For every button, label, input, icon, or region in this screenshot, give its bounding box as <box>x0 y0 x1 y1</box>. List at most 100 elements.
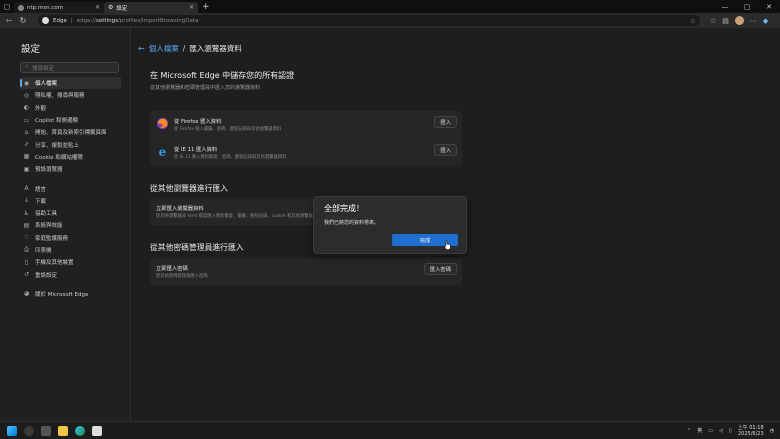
sidebar-item-start-home[interactable]: ⌂ 開始、首頁及新索引標籤頁面 <box>20 126 121 138</box>
import-row-ie: e 從 IE 11 匯入資料 從 IE 11 匯入我的最愛、密碼、歷程記錄和其他… <box>150 139 462 166</box>
breadcrumb-separator: / <box>182 44 186 53</box>
sidebar-item-label: 家庭監護服務 <box>35 235 69 242</box>
import-row-desc: 從 IE 11 匯入我的最愛、密碼、歷程記錄和其他瀏覽器資料 <box>174 155 287 160</box>
taskbar: ⌃ 英 ▭ ◁ ▯ 上午 01:18 2025/6/23 ◔ <box>0 421 780 439</box>
sidebar-item-label: 協助工具 <box>35 211 58 218</box>
close-icon[interactable]: ✕ <box>95 4 100 11</box>
system-tray: ⌃ 英 ▭ ◁ ▯ 上午 01:18 2025/6/23 ◔ <box>687 425 780 437</box>
copilot-icon[interactable]: ◆ <box>763 17 768 25</box>
sidebar-item-privacy[interactable]: ◎ 隱私權、搜尋與服務 <box>20 89 121 101</box>
sidebar-item-family[interactable]: ♡ 家庭監護服務 <box>20 232 121 244</box>
search-icon[interactable] <box>24 425 34 436</box>
split-screen-icon[interactable]: ▤ <box>722 17 729 25</box>
address-bar-row: ← ↻ Edge | edge://settings/profiles/impo… <box>0 13 780 28</box>
import-passwords-button[interactable]: 匯入密碼 <box>423 263 457 275</box>
sidebar-item-label: 隱私權、搜尋與服務 <box>35 93 85 100</box>
avatar[interactable] <box>734 16 744 25</box>
task-view-icon[interactable] <box>41 425 51 436</box>
url-separator: | <box>70 17 73 24</box>
back-arrow-icon[interactable]: ← <box>138 44 145 53</box>
window-menu-icon[interactable]: ▢ <box>0 0 14 13</box>
reset-icon: ↺ <box>23 271 30 279</box>
file-explorer-icon[interactable] <box>58 425 68 436</box>
sidebar-item-copilot[interactable]: ▭ Copilot 和側邊欄 <box>20 114 121 126</box>
sidebar-item-accessibility[interactable]: ♿ 協助工具 <box>20 207 121 219</box>
network-icon[interactable]: ▭ <box>708 428 713 434</box>
search-settings-input[interactable]: ⌕ 搜尋設定 <box>20 62 119 73</box>
sidebar-item-label: 外觀 <box>35 105 47 112</box>
language-icon: A <box>24 185 29 193</box>
windows-start-icon[interactable] <box>7 425 17 436</box>
nav-gap <box>20 281 130 288</box>
sidebar-item-about[interactable]: ◕ 關於 Microsoft Edge <box>20 288 121 300</box>
sidebar-item-label: 關於 Microsoft Edge <box>35 291 89 298</box>
password-managers-card: 立即匯入密碼 從其他密碼管理員匯入密碼 匯入密碼 <box>150 258 462 285</box>
sidebar-item-label: 重設設定 <box>35 272 58 279</box>
sidebar-item-downloads[interactable]: ↓ 下載 <box>20 195 121 207</box>
battery-icon[interactable]: ▯ <box>729 428 732 434</box>
url-text: edge://settings/profiles/importBrowsingD… <box>77 18 199 24</box>
sidebar-item-languages[interactable]: A 語言 <box>20 182 121 194</box>
firefox-icon <box>156 117 169 130</box>
minimize-icon[interactable]: — <box>714 3 736 11</box>
import-ie-button[interactable]: 匯入 <box>434 144 457 156</box>
toolbar-right: ☆ ▤ ⋯ ◆ <box>710 16 768 25</box>
sidebar-item-profiles[interactable]: ◉ 個人檔案 <box>20 77 121 90</box>
back-arrow-icon[interactable]: ← <box>4 16 14 25</box>
copilot-icon: ▭ <box>23 116 30 124</box>
phone-icon: ▯ <box>24 258 29 266</box>
close-window-icon[interactable]: ✕ <box>758 3 780 11</box>
other-browsers-title: 立即匯入瀏覽器資料 <box>156 206 204 212</box>
person-icon: ◉ <box>23 79 30 87</box>
tab-msn[interactable]: ntp.msn.com ✕ <box>14 2 104 13</box>
sidebar-item-label: 語言 <box>35 186 47 193</box>
breadcrumb-parent-link[interactable]: 個人檔案 <box>149 43 179 54</box>
system-icon: ▤ <box>23 221 30 229</box>
chevron-up-icon[interactable]: ⌃ <box>687 428 691 434</box>
more-icon[interactable]: ⋯ <box>750 17 757 25</box>
sidebar-item-appearance[interactable]: ◐ 外觀 <box>20 102 121 114</box>
family-icon: ♡ <box>23 234 30 242</box>
close-icon[interactable]: ✕ <box>189 4 194 11</box>
collections-icon[interactable]: ☆ <box>710 17 716 25</box>
home-icon: ⌂ <box>24 128 29 136</box>
clock[interactable]: 上午 01:18 2025/6/23 <box>738 425 764 437</box>
dialog-message: 我們已將您的資料帶來。 <box>324 220 380 226</box>
sidebar-item-label: 手機及其他裝置 <box>35 260 74 267</box>
input-language[interactable]: 英 <box>697 427 702 434</box>
favorite-star-icon[interactable]: ☆ <box>690 17 696 25</box>
sidebar-item-phone[interactable]: ▯ 手機及其他裝置 <box>20 256 121 268</box>
cookie-icon: ▦ <box>23 153 30 161</box>
import-row-title: 從 IE 11 匯入資料 <box>174 147 218 153</box>
settings-nav: ◉ 個人檔案 ◎ 隱私權、搜尋與服務 ◐ 外觀 ▭ Copilot 和側邊欄 ⌂ 開始、首… <box>20 77 130 300</box>
dialog-title: 全部完成！ <box>324 204 364 213</box>
sidebar-item-system[interactable]: ▤ 系統與效能 <box>20 219 121 231</box>
lock-icon: ◎ <box>23 91 30 99</box>
edge-taskbar-icon[interactable] <box>75 425 85 436</box>
maximize-icon[interactable]: ▢ <box>736 3 758 11</box>
sidebar-item-share[interactable]: ⇗ 分享、複製並貼上 <box>20 138 121 150</box>
import-firefox-button[interactable]: 匯入 <box>434 116 457 128</box>
page-title: 匯入瀏覽器資料 <box>189 44 242 53</box>
edge-icon <box>42 17 49 24</box>
new-tab-button[interactable]: + <box>202 2 210 12</box>
tab-settings[interactable]: ⚙ 設定 ✕ <box>104 2 198 13</box>
sidebar-item-reset[interactable]: ↺ 重設設定 <box>20 268 121 280</box>
volume-icon[interactable]: ◁ <box>719 428 723 434</box>
refresh-icon[interactable]: ↻ <box>18 16 28 25</box>
accessibility-icon: ♿ <box>23 209 30 217</box>
sidebar-item-cookies[interactable]: ▦ Cookie 和網站權限 <box>20 151 121 163</box>
address-bar[interactable]: Edge | edge://settings/profiles/importBr… <box>38 15 700 26</box>
msn-favicon-icon <box>18 4 24 11</box>
settings-title: 設定 <box>21 44 41 55</box>
notification-icon[interactable]: ◔ <box>770 428 774 434</box>
sidebar-item-label: 系統與效能 <box>35 223 63 230</box>
url-path: /profiles/importBrowsingData <box>117 17 199 24</box>
sidebar-item-label: 預設瀏覽器 <box>35 167 63 174</box>
sidebar-item-printers[interactable]: ⎙ 印表機 <box>20 244 121 256</box>
password-managers-title: 立即匯入密碼 <box>156 266 188 272</box>
sidebar-item-default-browser[interactable]: ▣ 預設瀏覽器 <box>20 163 121 175</box>
store-icon[interactable] <box>92 425 102 436</box>
settings-sidebar: 設定 ⌕ 搜尋設定 ◉ 個人檔案 ◎ 隱私權、搜尋與服務 ◐ 外觀 ▭ Copilot … <box>0 28 131 421</box>
svg-text:e: e <box>159 145 167 158</box>
